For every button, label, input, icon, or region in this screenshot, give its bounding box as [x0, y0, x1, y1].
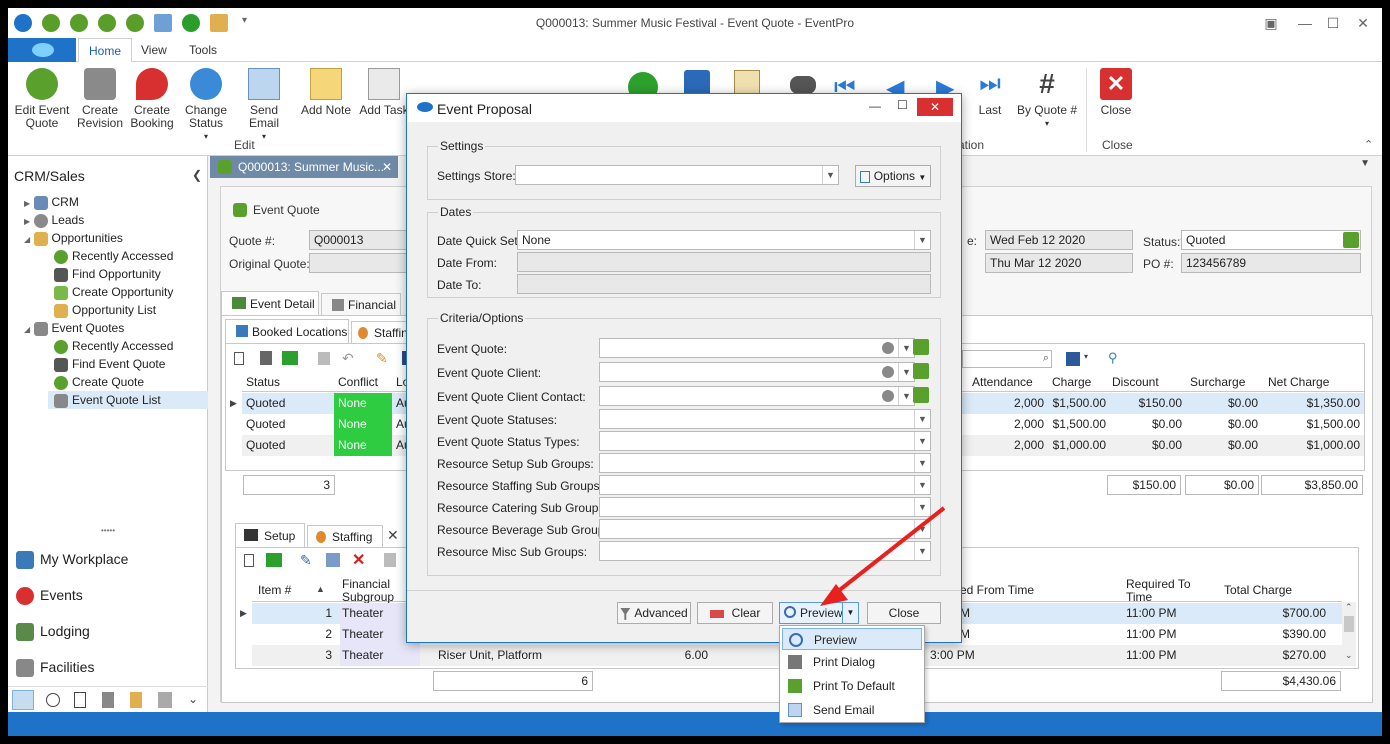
arrow-shaft [830, 506, 946, 598]
annotation-arrow [820, 506, 946, 606]
